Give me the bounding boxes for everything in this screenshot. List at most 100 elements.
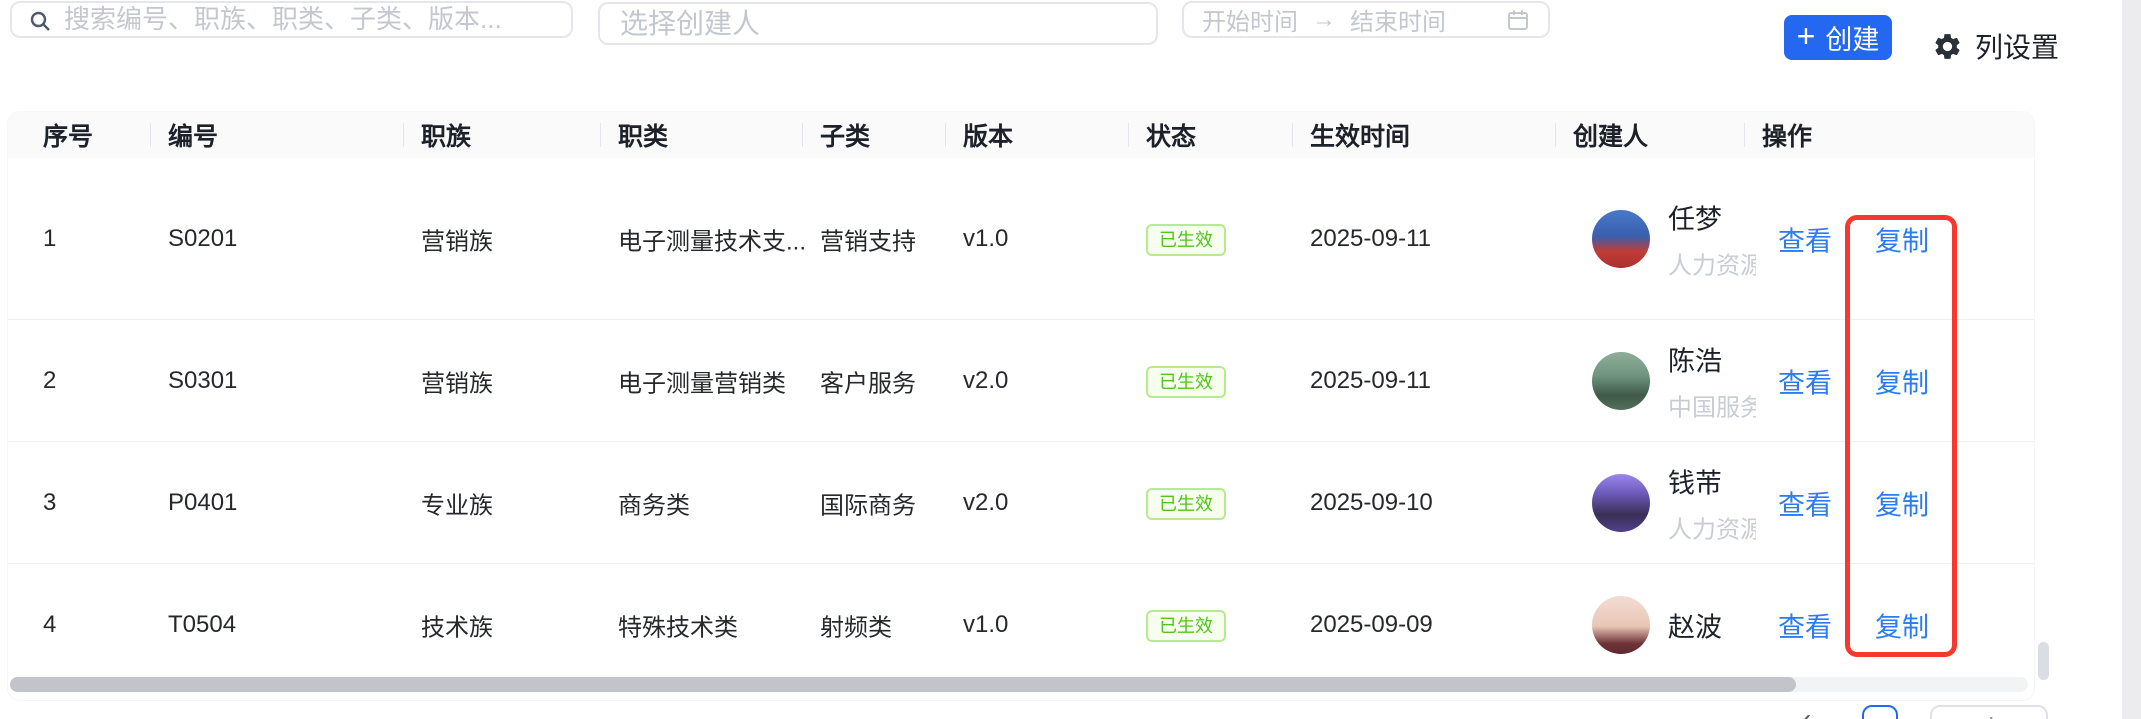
column-settings-label: 列设置 xyxy=(1975,32,2060,63)
table-body: 1 S0201 营销族 电子测量技术支... 营销支持 v1.0 已生效 2025-09-11… xyxy=(8,158,2034,686)
status-badge: 已生效 xyxy=(1146,223,1226,256)
pagination-current-page[interactable] xyxy=(1862,705,1898,719)
view-link[interactable]: 查看 xyxy=(1778,483,1832,522)
cell-effective-date: 2025-09-11 xyxy=(1310,366,1431,394)
cell-status: 已生效 xyxy=(1146,365,1226,398)
creator-select-input[interactable] xyxy=(600,4,1156,43)
date-range-picker[interactable]: 开始时间 → 结束时间 xyxy=(1182,1,1550,38)
horizontal-scrollbar-thumb[interactable] xyxy=(10,677,1796,692)
column-header: 操作 xyxy=(1762,123,1813,151)
cell-category: 商务类 xyxy=(618,492,690,519)
cell-code: P0401 xyxy=(168,488,238,516)
cell-family: 营销族 xyxy=(421,370,493,397)
table-row: 3 P0401 专业族 商务类 国际商务 v2.0 已生效 2025-09-10 钱芾 人力资源查… xyxy=(8,442,2034,564)
cell-index: 3 xyxy=(43,488,57,516)
plus-icon: + xyxy=(1796,18,1816,54)
column-header: 版本 xyxy=(963,123,1014,151)
creator-block: 赵波 xyxy=(1668,606,1756,645)
table-row: 1 S0201 营销族 电子测量技术支... 营销支持 v1.0 已生效 2025-09-11… xyxy=(8,158,2034,320)
cell-effective-date: 2025-09-09 xyxy=(1310,611,1433,638)
view-link[interactable]: 查看 xyxy=(1778,361,1832,400)
creator-org: 中国服务 xyxy=(1668,394,1756,421)
cell-category: 特殊技术类 xyxy=(618,614,738,642)
cell-version: v1.0 xyxy=(963,611,1009,638)
vertical-scrollbar-thumb[interactable] xyxy=(2038,642,2049,680)
cell-index: 4 xyxy=(43,611,57,638)
cell-code: S0201 xyxy=(168,224,238,252)
status-badge: 已生效 xyxy=(1146,365,1226,398)
cell-code: T0504 xyxy=(168,611,237,638)
job-catalog-page: 开始时间 → 结束时间 + 创建 列设置 序号 编号 职族 职类 子类 版本 状态 生效时间 创… xyxy=(0,0,2141,719)
creator-name: 钱芾 xyxy=(1668,468,1722,498)
column-header: 职族 xyxy=(421,123,472,151)
column-header: 序号 xyxy=(43,123,94,151)
copy-link[interactable]: 复制 xyxy=(1875,606,1929,645)
cell-version: v1.0 xyxy=(963,224,1009,252)
cell-status: 已生效 xyxy=(1146,487,1226,520)
pagination-size-select[interactable]: / xyxy=(1930,705,2048,719)
search-input[interactable] xyxy=(12,3,571,36)
table-row: 4 T0504 技术族 特殊技术类 射频类 v1.0 已生效 2025-09-09 赵波 查看 复制 xyxy=(8,564,2034,686)
pagination-prev-icon[interactable]: ‹ xyxy=(1802,703,1811,719)
creator-org: 人力资源 xyxy=(1668,516,1756,543)
creator-avatar xyxy=(1592,473,1650,532)
column-header: 生效时间 xyxy=(1310,123,1411,151)
creator-block: 钱芾 人力资源 xyxy=(1668,461,1756,544)
header-divider xyxy=(1292,123,1293,147)
header-divider xyxy=(150,123,151,147)
status-badge: 已生效 xyxy=(1146,487,1226,520)
header-divider xyxy=(403,123,404,147)
create-button[interactable]: + 创建 xyxy=(1784,15,1892,60)
creator-name: 任梦 xyxy=(1668,204,1722,234)
copy-link[interactable]: 复制 xyxy=(1875,361,1929,400)
column-settings-button[interactable]: 列设置 xyxy=(1932,27,2059,65)
cell-subcategory: 国际商务 xyxy=(820,492,916,519)
creator-block: 陈浩 中国服务 xyxy=(1668,339,1756,422)
header-divider xyxy=(802,123,803,147)
column-header: 编号 xyxy=(168,123,219,151)
arrow-right-icon: → xyxy=(1312,5,1336,33)
cell-version: v2.0 xyxy=(963,366,1009,394)
date-start-placeholder: 开始时间 xyxy=(1202,9,1298,36)
cell-code: S0301 xyxy=(168,366,238,394)
copy-link[interactable]: 复制 xyxy=(1875,483,1929,522)
view-link[interactable]: 查看 xyxy=(1778,606,1832,645)
gear-icon xyxy=(1935,33,1960,59)
column-header: 创建人 xyxy=(1573,123,1649,151)
search-box xyxy=(10,1,573,38)
column-header: 子类 xyxy=(820,123,871,151)
pagination-separator: / xyxy=(1985,712,1992,719)
cell-effective-date: 2025-09-10 xyxy=(1310,488,1433,516)
cell-subcategory: 客户服务 xyxy=(820,370,916,397)
header-divider xyxy=(1744,123,1745,147)
page-scrollbar[interactable] xyxy=(2122,0,2141,719)
calendar-icon xyxy=(1508,10,1528,30)
cell-status: 已生效 xyxy=(1146,223,1226,256)
column-header: 职类 xyxy=(618,123,669,151)
table-header-row: 序号 编号 职族 职类 子类 版本 状态 生效时间 创建人 操作 xyxy=(8,112,2034,158)
cell-index: 1 xyxy=(43,224,57,252)
creator-avatar xyxy=(1592,209,1650,268)
cell-family: 专业族 xyxy=(421,492,493,519)
create-button-label: 创建 xyxy=(1825,25,1880,55)
header-divider xyxy=(1128,123,1129,147)
table-row: 2 S0301 营销族 电子测量营销类 客户服务 v2.0 已生效 2025-09-11 陈浩中… xyxy=(8,320,2034,442)
cell-category: 电子测量营销类 xyxy=(618,370,786,397)
column-header: 状态 xyxy=(1146,123,1197,151)
header-divider xyxy=(600,123,601,147)
cell-index: 2 xyxy=(43,366,57,394)
copy-link[interactable]: 复制 xyxy=(1875,219,1929,258)
cell-family: 技术族 xyxy=(421,614,493,642)
view-link[interactable]: 查看 xyxy=(1778,219,1832,258)
creator-block: 任梦 人力资源 xyxy=(1668,197,1756,280)
status-badge: 已生效 xyxy=(1146,610,1226,642)
cell-category: 电子测量技术支... xyxy=(618,228,807,255)
cell-subcategory: 射频类 xyxy=(820,614,892,642)
cell-status: 已生效 xyxy=(1146,610,1226,642)
creator-select-box xyxy=(598,2,1158,45)
creator-name: 赵波 xyxy=(1668,612,1722,643)
horizontal-scrollbar-track[interactable] xyxy=(10,677,2028,692)
header-divider xyxy=(945,123,946,147)
creator-avatar xyxy=(1592,351,1650,410)
table-card: 序号 编号 职族 职类 子类 版本 状态 生效时间 创建人 操作 1 S0201 营销族 电子测量技术支… xyxy=(8,112,2034,700)
